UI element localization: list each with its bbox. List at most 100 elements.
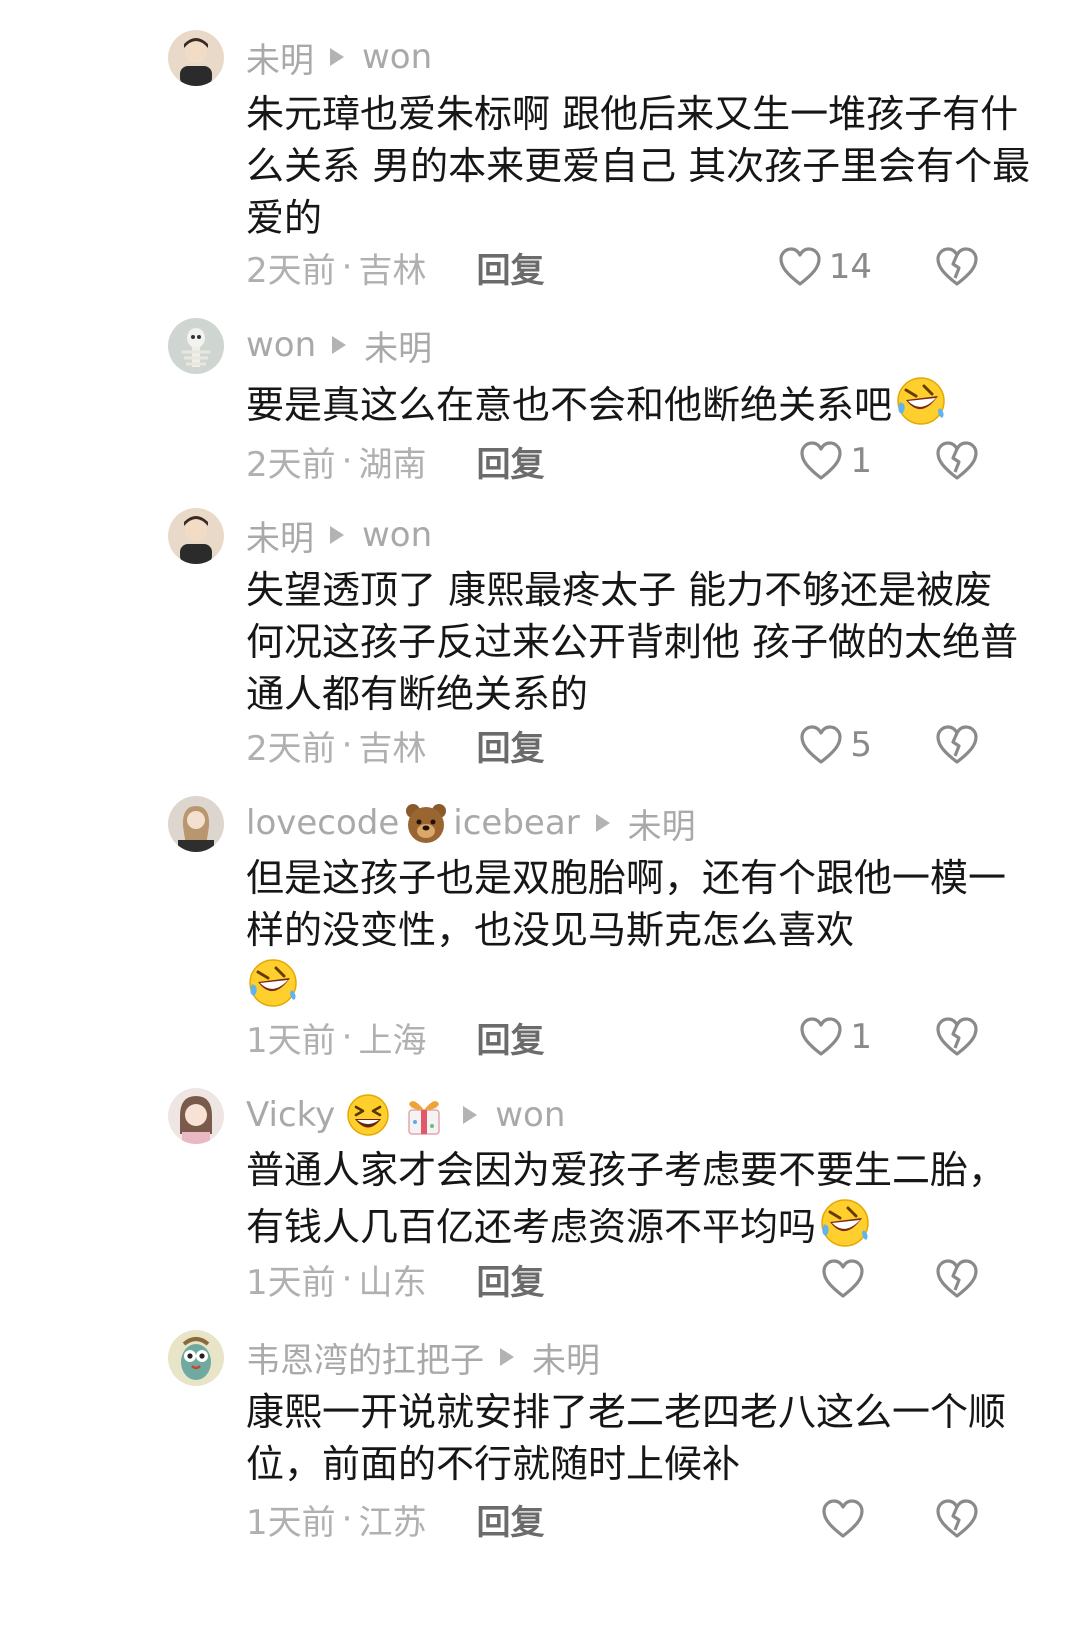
comment-location: 江苏 — [358, 1502, 427, 1543]
comment-text-body: 普通人家才会因为爱孩子考虑要不要生二胎，有钱人几百亿还考虑资源不平均吗 — [246, 1148, 1007, 1249]
broken-heart-icon — [934, 246, 980, 288]
triangle-right-icon — [330, 526, 344, 544]
comment-text: 朱元璋也爱朱标啊 跟他后来又生一堆孩子有什么关系 男的本来更爱自己 其次孩子里会… — [246, 92, 1031, 240]
comment-time: 2天前 — [246, 250, 336, 291]
heart-outline-icon — [820, 1498, 866, 1540]
avatar[interactable] — [168, 508, 224, 564]
meta-separator: · — [341, 1259, 353, 1299]
heart-outline-icon — [798, 440, 844, 482]
reply-button[interactable]: 回复 — [476, 437, 544, 486]
comment-time: 2天前 — [246, 444, 336, 485]
comment-location: 上海 — [358, 1020, 427, 1061]
avatar[interactable] — [168, 318, 224, 374]
dislike-button[interactable] — [934, 720, 980, 770]
avatar[interactable] — [168, 1088, 224, 1144]
heart-outline-icon — [777, 246, 823, 288]
comment-location: 山东 — [358, 1262, 427, 1303]
comment-text: 康熙一开说就安排了老二老四老八这么一个顺位，前面的不行就随时上候补 — [246, 1390, 1007, 1486]
author-row: 未明 won — [246, 32, 432, 82]
bear-face-emoji — [403, 800, 449, 846]
avatar[interactable] — [168, 30, 224, 86]
comment-text: 但是这孩子也是双胞胎啊，还有个跟他一模一样的没变性，也没见马斯克怎么喜欢 — [246, 852, 1036, 1013]
avatar[interactable] — [168, 1330, 224, 1386]
rolling-laughing-emoji — [246, 956, 300, 1010]
broken-heart-icon — [934, 724, 980, 766]
triangle-right-icon — [332, 336, 347, 354]
broken-heart-icon — [934, 1498, 980, 1540]
like-count: 5 — [850, 725, 872, 765]
meta-separator: · — [341, 247, 353, 287]
author-name[interactable]: 韦恩湾的扛把子 — [246, 1333, 484, 1382]
meta-separator: · — [341, 725, 353, 765]
author-row: 未明 won — [246, 510, 432, 560]
meta-separator: · — [341, 1017, 353, 1057]
dislike-button[interactable] — [934, 436, 980, 486]
comment-time: 1天前 — [246, 1262, 336, 1303]
like-button[interactable]: 5 — [798, 720, 872, 770]
author-row: Vicky won — [246, 1090, 565, 1140]
reply-button[interactable]: 回复 — [476, 1013, 544, 1062]
author-row: lovecode icebear 未明 — [246, 798, 696, 848]
grinning-squint-emoji — [345, 1092, 391, 1138]
comment-meta: 1天前 · 山东 回复 — [246, 1254, 544, 1304]
rolling-laughing-emoji — [818, 1196, 872, 1250]
author-row: won 未明 — [246, 320, 432, 370]
like-button[interactable]: 1 — [798, 436, 872, 486]
like-count: 1 — [850, 1017, 872, 1057]
dislike-button[interactable] — [934, 1254, 980, 1304]
like-count: 1 — [850, 441, 872, 481]
heart-outline-icon — [798, 1016, 844, 1058]
comment-location: 吉林 — [358, 728, 427, 769]
reply-button[interactable]: 回复 — [476, 1495, 544, 1544]
rolling-laughing-emoji — [894, 374, 948, 428]
heart-outline-icon — [820, 1258, 866, 1300]
comment-location: 湖南 — [358, 444, 427, 485]
reply-to-name[interactable]: 未明 — [628, 799, 696, 848]
avatar[interactable] — [168, 796, 224, 852]
reply-to-name[interactable]: won — [362, 515, 432, 555]
author-name-suffix[interactable]: icebear — [453, 803, 579, 843]
comment-time: 2天前 — [246, 728, 336, 769]
reply-button[interactable]: 回复 — [476, 243, 544, 292]
comment-text: 失望透顶了 康熙最疼太子 能力不够还是被废 何况这孩子反过来公开背刺他 孩子做的… — [246, 568, 1019, 716]
like-button[interactable]: 1 — [798, 1012, 872, 1062]
reply-button[interactable]: 回复 — [476, 1255, 544, 1304]
reply-button[interactable]: 回复 — [476, 721, 544, 770]
like-button[interactable] — [820, 1494, 872, 1544]
comment-meta: 2天前 · 吉林 回复 — [246, 720, 544, 770]
like-count: 14 — [828, 247, 872, 287]
dislike-button[interactable] — [934, 242, 980, 292]
comment-time: 1天前 — [246, 1020, 336, 1061]
author-name[interactable]: lovecode — [246, 803, 399, 843]
triangle-right-icon — [330, 48, 344, 66]
broken-heart-icon — [934, 440, 980, 482]
dislike-button[interactable] — [934, 1494, 980, 1544]
broken-heart-icon — [934, 1258, 980, 1300]
triangle-right-icon — [500, 1348, 514, 1366]
comment-meta: 2天前 · 吉林 回复 — [246, 242, 544, 292]
comment-meta: 1天前 · 江苏 回复 — [246, 1494, 544, 1544]
like-button[interactable] — [820, 1254, 872, 1304]
reply-to-name[interactable]: won — [362, 37, 432, 77]
broken-heart-icon — [934, 1016, 980, 1058]
author-row: 韦恩湾的扛把子 未明 — [246, 1332, 600, 1382]
author-name[interactable]: Vicky — [246, 1095, 335, 1135]
comment-text: 普通人家才会因为爱孩子考虑要不要生二胎，有钱人几百亿还考虑资源不平均吗 — [246, 1144, 1036, 1253]
meta-separator: · — [341, 441, 353, 481]
dislike-button[interactable] — [934, 1012, 980, 1062]
reply-to-name[interactable]: 未明 — [364, 321, 432, 370]
reply-to-name[interactable]: 未明 — [532, 1333, 600, 1382]
comment-location: 吉林 — [358, 250, 427, 291]
author-name[interactable]: 未明 — [246, 511, 314, 560]
reply-to-name[interactable]: won — [495, 1095, 565, 1135]
triangle-right-icon — [463, 1106, 478, 1124]
comment-text-body: 要是真这么在意也不会和他断绝关系吧 — [246, 383, 893, 427]
author-name[interactable]: won — [246, 325, 316, 365]
ribbon-gift-emoji — [401, 1092, 447, 1138]
meta-separator: · — [341, 1499, 353, 1539]
comment-time: 1天前 — [246, 1502, 336, 1543]
like-button[interactable]: 14 — [777, 242, 872, 292]
comment-meta: 1天前 · 上海 回复 — [246, 1012, 544, 1062]
heart-outline-icon — [798, 724, 844, 766]
author-name[interactable]: 未明 — [246, 33, 314, 82]
